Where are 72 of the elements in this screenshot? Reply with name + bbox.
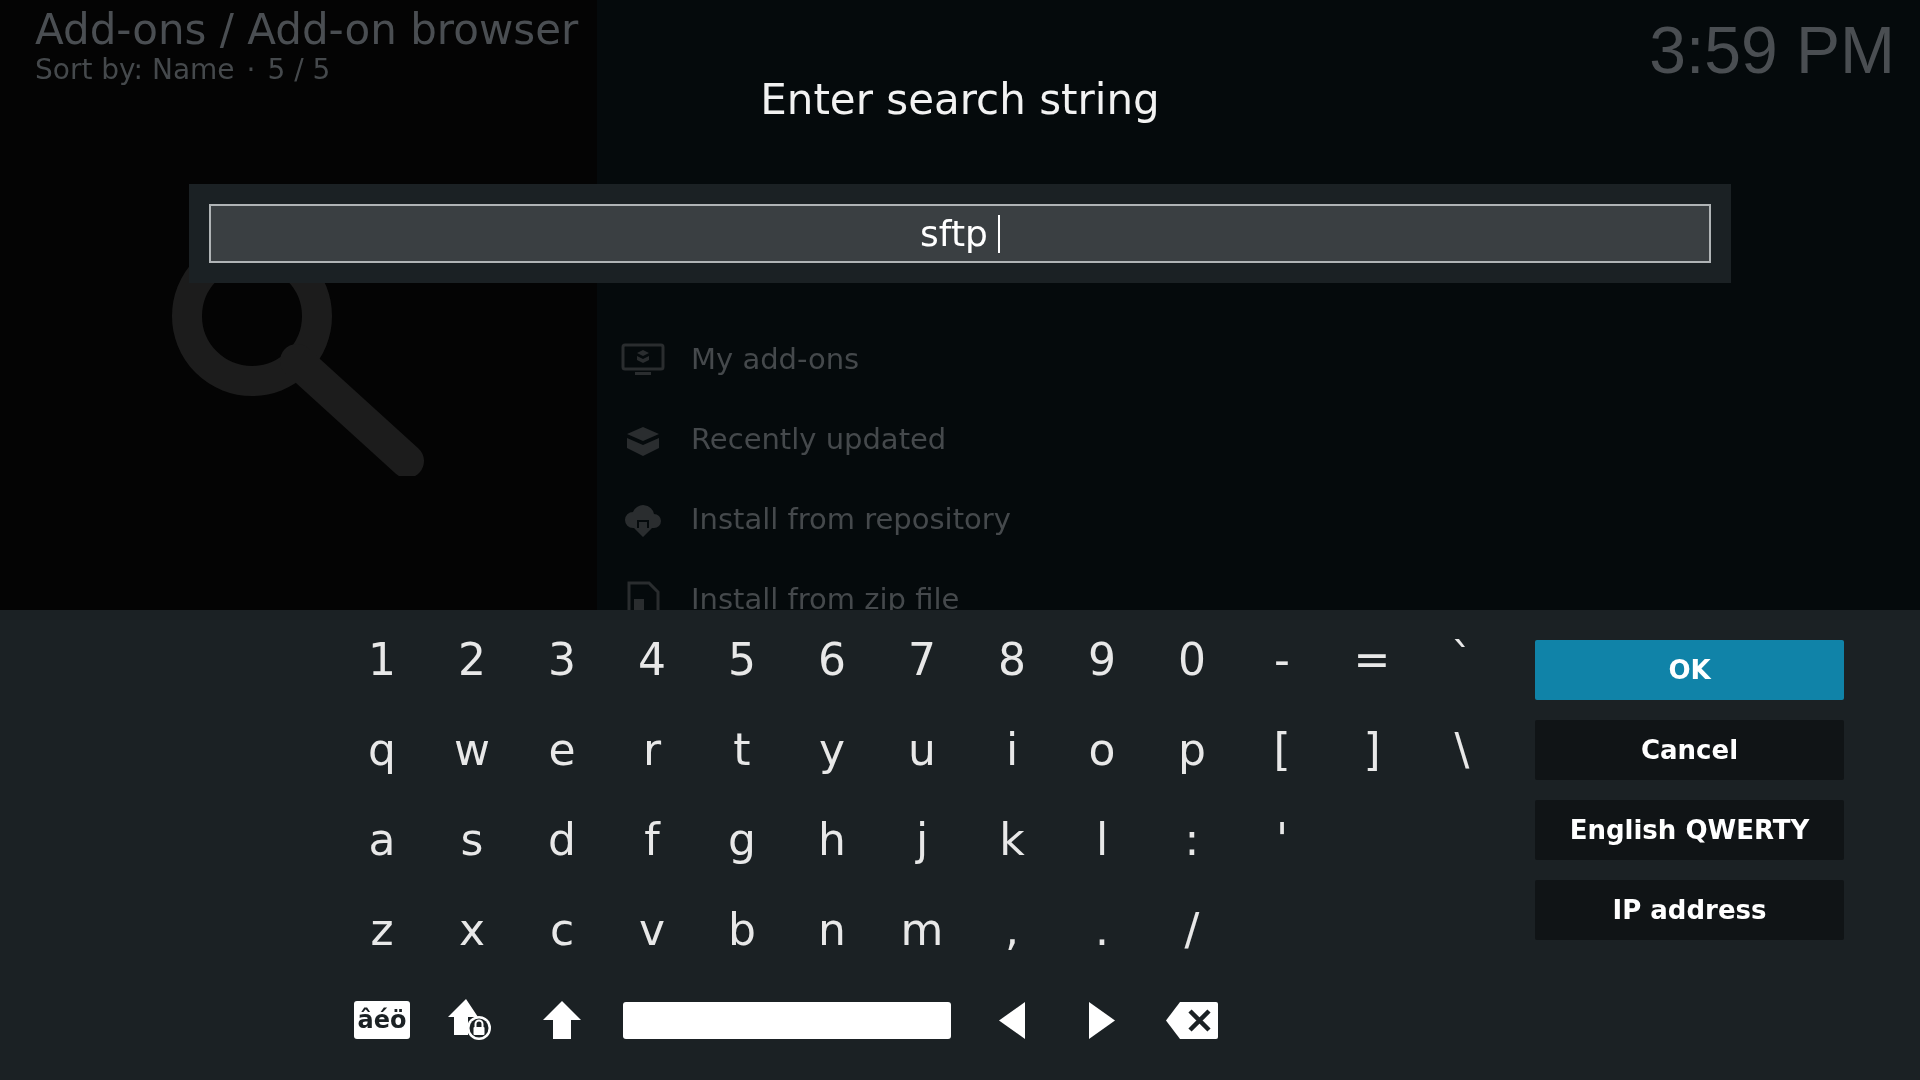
keyboard-key[interactable]: f <box>607 795 697 885</box>
keyboard-key[interactable]: c <box>517 885 607 975</box>
triangle-right-icon <box>1089 1001 1115 1039</box>
keyboard-key[interactable]: 5 <box>697 615 787 705</box>
keyboard-key[interactable]: 4 <box>607 615 697 705</box>
keyboard-key[interactable]: 2 <box>427 615 517 705</box>
keyboard-key[interactable]: 8 <box>967 615 1057 705</box>
keyboard-key[interactable]: x <box>427 885 517 975</box>
sort-label: Sort by: Name <box>35 54 235 86</box>
keyboard-key[interactable]: . <box>1057 885 1147 975</box>
keyboard-key[interactable]: ` <box>1417 615 1507 705</box>
keyboard-key[interactable]: m <box>877 885 967 975</box>
item-count: 5 / 5 <box>267 54 331 86</box>
keyboard-key[interactable]: 6 <box>787 615 877 705</box>
backspace-key[interactable] <box>1166 1001 1218 1039</box>
keyboard-key[interactable]: 1 <box>337 615 427 705</box>
cloud-download-icon <box>623 502 663 538</box>
keyboard-key[interactable]: v <box>607 885 697 975</box>
cursor-left-key[interactable] <box>999 1001 1025 1039</box>
keyboard-key[interactable]: e <box>517 705 607 795</box>
dialog-button[interactable]: OK <box>1535 640 1844 700</box>
space-key[interactable] <box>623 1001 951 1039</box>
keyboard-key[interactable]: \ <box>1417 705 1507 795</box>
backspace-icon <box>1166 1001 1218 1039</box>
keyboard-key[interactable]: = <box>1327 615 1417 705</box>
dialog-button[interactable]: Cancel <box>1535 720 1844 780</box>
keyboard-key[interactable]: s <box>427 795 517 885</box>
keyboard-key[interactable]: q <box>337 705 427 795</box>
keyboard-key[interactable]: g <box>697 795 787 885</box>
shift-key[interactable] <box>543 1001 581 1039</box>
keyboard-key[interactable]: 7 <box>877 615 967 705</box>
keyboard-key[interactable]: l <box>1057 795 1147 885</box>
keyboard-key[interactable]: d <box>517 795 607 885</box>
keyboard-key[interactable]: j <box>877 795 967 885</box>
keyboard-key[interactable]: w <box>427 705 517 795</box>
keyboard-key[interactable]: : <box>1147 795 1237 885</box>
keyboard-key[interactable]: p <box>1147 705 1237 795</box>
keyboard-key[interactable]: o <box>1057 705 1147 795</box>
keyboard-key[interactable]: ] <box>1327 705 1417 795</box>
monitor-icon <box>621 343 665 377</box>
page-title: Add-ons / Add-on browser <box>35 6 580 54</box>
symbols-key[interactable]: âéö <box>354 1001 410 1039</box>
text-caret <box>997 214 1000 253</box>
dialog-title: Enter search string <box>760 74 1160 126</box>
shift-icon <box>543 1001 581 1039</box>
keyboard-key[interactable]: a <box>337 795 427 885</box>
keyboard-key[interactable]: / <box>1147 885 1237 975</box>
triangle-left-icon <box>999 1001 1025 1039</box>
search-text: sftp <box>920 215 988 252</box>
separator-dot: · <box>246 54 256 86</box>
keyboard-key[interactable]: ' <box>1237 795 1327 885</box>
keyboard-key[interactable]: - <box>1237 615 1327 705</box>
keyboard-key[interactable]: b <box>697 885 787 975</box>
keyboard-key[interactable]: k <box>967 795 1057 885</box>
keyboard-key[interactable]: i <box>967 705 1057 795</box>
dialog-button[interactable]: IP address <box>1535 880 1844 940</box>
dialog-button[interactable]: English QWERTY <box>1535 800 1844 860</box>
keyboard-key[interactable]: u <box>877 705 967 795</box>
cursor-right-key[interactable] <box>1089 1001 1115 1039</box>
keyboard-key[interactable]: r <box>607 705 697 795</box>
keyboard-key[interactable]: , <box>967 885 1057 975</box>
keyboard-key[interactable]: z <box>337 885 427 975</box>
keyboard-key[interactable]: t <box>697 705 787 795</box>
search-field[interactable]: sftp <box>209 204 1711 263</box>
keyboard-key[interactable]: h <box>787 795 877 885</box>
clock: 3:59 PM <box>1649 12 1895 89</box>
keyboard-key[interactable]: n <box>787 885 877 975</box>
keyboard-key[interactable]: 3 <box>517 615 607 705</box>
keyboard-key[interactable]: y <box>787 705 877 795</box>
keyboard-key[interactable]: 0 <box>1147 615 1237 705</box>
keyboard-key[interactable]: 9 <box>1057 615 1147 705</box>
keyboard-key[interactable]: [ <box>1237 705 1327 795</box>
